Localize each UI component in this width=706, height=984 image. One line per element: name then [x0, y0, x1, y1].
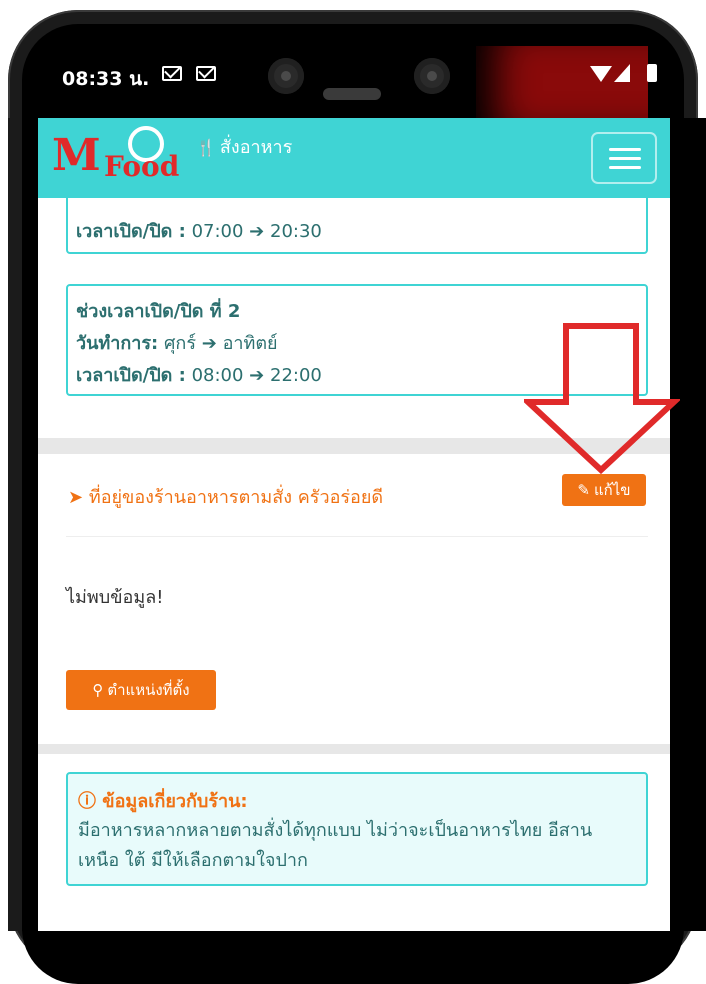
- time-label: เวลาเปิด/ปิด :: [76, 365, 186, 386]
- edit-address-button[interactable]: ✎ แก้ไข: [562, 474, 646, 506]
- time-label: เวลาเปิด/ปิด :: [76, 221, 186, 242]
- hours-card-2-times: เวลาเปิด/ปิด : 08:00 ➔ 22:00: [76, 360, 322, 389]
- address-title-text: ที่อยู่ของร้านอาหารตามสั่ง ครัวอร่อยดี: [88, 487, 384, 508]
- gmail-notification-icon: [162, 66, 182, 81]
- mail-notification-icon: [196, 66, 216, 81]
- days-label: วันทำการ:: [76, 333, 159, 354]
- front-camera-icon: [268, 58, 304, 94]
- nav-brand-link[interactable]: 🍴 สั่งอาหาร: [196, 132, 292, 161]
- phone-right-edge: [670, 118, 706, 931]
- about-title: ⓘ ข้อมูลเกี่ยวกับร้าน:: [78, 786, 248, 815]
- divider: [66, 536, 648, 537]
- about-shop-box: ⓘ ข้อมูลเกี่ยวกับร้าน: มีอาหารหลากหลายตา…: [66, 772, 648, 886]
- edit-label: แก้ไข: [594, 481, 631, 499]
- pencil-icon: ✎: [577, 481, 590, 499]
- map-marker-icon: ⚲: [92, 681, 104, 699]
- wifi-icon: [590, 66, 612, 82]
- day-to: อาทิตย์: [222, 333, 278, 354]
- section-divider: [38, 744, 670, 754]
- battery-icon: [647, 64, 657, 82]
- hours-card-1-times: เวลาเปิด/ปิด : 07:00 ➔ 20:30: [76, 216, 322, 245]
- open-time: 07:00: [191, 221, 244, 242]
- close-time: 20:30: [270, 221, 322, 242]
- menu-toggle-button[interactable]: [591, 132, 657, 184]
- hamburger-line: [609, 166, 641, 169]
- signal-icon: [614, 64, 630, 82]
- logo-word-food: Food: [104, 150, 180, 183]
- info-circle-icon: ⓘ: [78, 791, 96, 812]
- hours-card-2-days: วันทำการ: ศุกร์ ➔ อาทิตย์: [76, 328, 278, 357]
- red-down-arrow-icon: [524, 323, 680, 474]
- location-arrow-icon: ➤: [68, 487, 84, 508]
- location-button[interactable]: ⚲ ตำแหน่งที่ตั้ง: [66, 670, 216, 710]
- nav-brand-label: สั่งอาหาร: [219, 137, 293, 158]
- hamburger-line: [609, 148, 641, 151]
- address-title: ➤ ที่อยู่ของร้านอาหารตามสั่ง ครัวอร่อยดี: [68, 482, 383, 511]
- hours-title: ช่วงเวลาเปิด/ปิด ที่ 2: [76, 301, 241, 322]
- hamburger-line: [609, 157, 641, 160]
- arrow-right-icon: ➔: [201, 333, 217, 354]
- location-label: ตำแหน่งที่ตั้ง: [107, 681, 190, 699]
- earpiece-speaker: [323, 88, 381, 100]
- no-data-message: ไม่พบข้อมูล!: [66, 587, 164, 608]
- close-time: 22:00: [270, 365, 322, 386]
- phone-left-edge: [0, 118, 38, 931]
- about-title-text: ข้อมูลเกี่ยวกับร้าน:: [102, 791, 248, 812]
- day-from: ศุกร์: [164, 333, 196, 354]
- status-bar: 08:33 น.: [40, 40, 670, 118]
- open-time: 08:00: [191, 365, 244, 386]
- app-screen: M Food 🍴สั่งอาหาร ⋯ เวลาเปิด/ปิด : 07:00…: [38, 118, 670, 931]
- hours-card-2-title: ช่วงเวลาเปิด/ปิด ที่ 2: [76, 296, 240, 325]
- logo-letter-m: M: [52, 130, 101, 181]
- arrow-right-icon: ➔: [249, 221, 265, 242]
- front-sensor-icon: [414, 58, 450, 94]
- status-time: 08:33 น.: [62, 68, 150, 90]
- navbar: M Food 🍴 สั่งอาหาร: [38, 118, 670, 198]
- address-section: ➤ ที่อยู่ของร้านอาหารตามสั่ง ครัวอร่อยดี…: [38, 454, 670, 744]
- cutlery-icon: 🍴: [196, 138, 216, 157]
- about-text: มีอาหารหลากหลายตามสั่งได้ทุกแบบ ไม่ว่าจะ…: [78, 820, 593, 871]
- arrow-right-icon: ➔: [249, 365, 265, 386]
